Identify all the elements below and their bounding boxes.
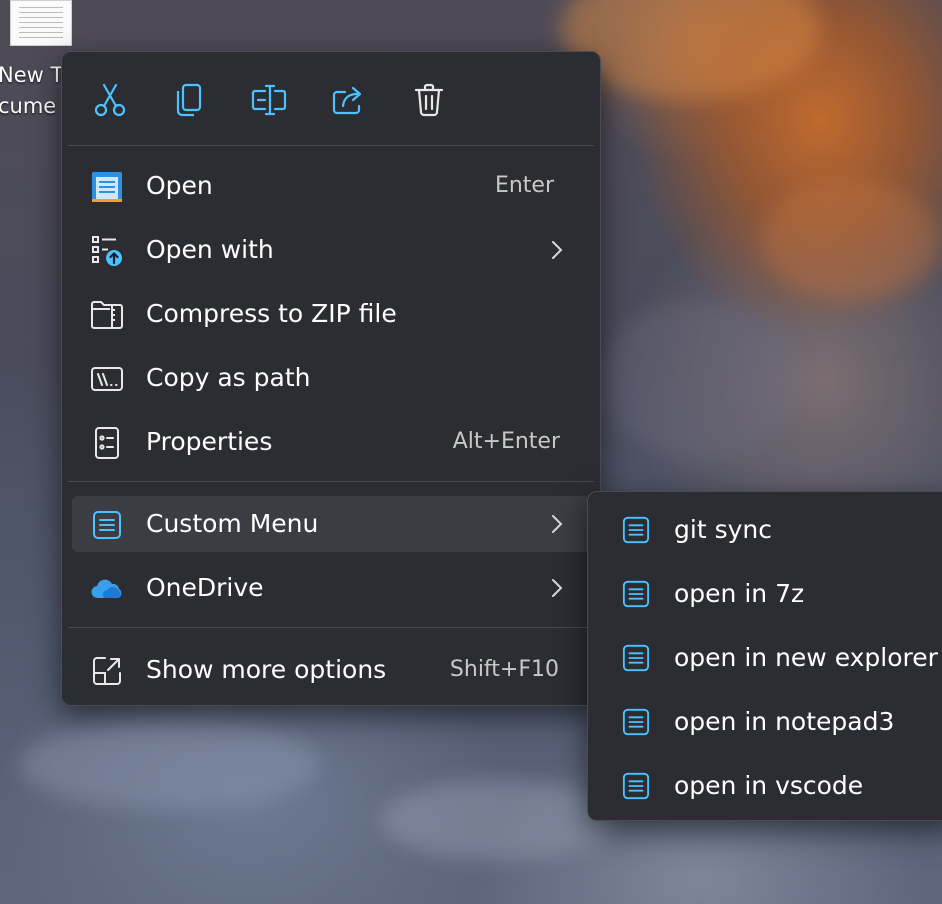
show-more-icon — [90, 654, 124, 688]
list-icon — [620, 706, 652, 738]
scissors-icon — [94, 83, 126, 117]
context-toolbar — [62, 52, 600, 145]
submenu-item-open-in-notepad3[interactable]: open in notepad3 — [598, 694, 942, 750]
wallpaper-streak — [20, 720, 320, 810]
desktop-file-label: New Te cume — [0, 63, 68, 118]
submenu-item-label: open in new explorer — [674, 643, 938, 672]
onedrive-icon — [90, 572, 124, 606]
wallpaper-streak — [380, 780, 620, 860]
menu-item-custom-menu[interactable]: Custom Menu — [72, 496, 590, 552]
share-button[interactable] — [325, 76, 373, 124]
menu-item-label: Copy as path — [146, 363, 311, 392]
submenu-item-label: open in notepad3 — [674, 707, 895, 736]
custom-submenu: git sync open in 7z open in new explorer… — [587, 491, 942, 821]
share-icon — [332, 86, 362, 115]
menu-item-label: OneDrive — [146, 573, 264, 602]
menu-item-properties[interactable]: Properties Alt+Enter — [72, 414, 590, 470]
submenu-item-label: git sync — [674, 515, 772, 544]
copy-button[interactable] — [165, 76, 213, 124]
menu-item-label: Custom Menu — [146, 509, 319, 538]
context-menu: Open Enter Open with Compress to ZIP fil… — [61, 51, 601, 706]
submenu-item-open-in-7z[interactable]: open in 7z — [598, 566, 942, 622]
menu-item-open-with[interactable]: Open with — [72, 222, 590, 278]
menu-item-shortcut: Alt+Enter — [452, 429, 560, 454]
open-with-icon — [90, 234, 124, 268]
submenu-item-open-in-new-explorer[interactable]: open in new explorer — [598, 630, 942, 686]
chevron-right-icon — [552, 241, 563, 259]
list-icon — [620, 514, 652, 546]
cut-button[interactable] — [86, 76, 134, 124]
submenu-item-git-sync[interactable]: git sync — [598, 502, 942, 558]
chevron-right-icon — [552, 579, 563, 597]
menu-divider — [68, 145, 594, 146]
menu-divider — [68, 481, 594, 482]
rename-icon — [251, 84, 287, 116]
menu-item-onedrive[interactable]: OneDrive — [72, 560, 590, 616]
chevron-right-icon — [552, 515, 563, 533]
menu-item-copy-as-path[interactable]: Copy as path — [72, 350, 590, 406]
copy-path-icon — [90, 362, 124, 396]
submenu-item-open-in-vscode[interactable]: open in vscode — [598, 758, 942, 814]
menu-item-label: Open with — [146, 235, 274, 264]
menu-divider — [68, 627, 594, 628]
wallpaper-streak — [760, 180, 940, 300]
delete-button[interactable] — [405, 76, 453, 124]
notepad-icon — [90, 170, 124, 204]
menu-item-label: Properties — [146, 427, 273, 456]
menu-item-shortcut: Enter — [494, 173, 554, 198]
menu-item-label: Show more options — [146, 655, 387, 684]
list-icon — [620, 642, 652, 674]
list-icon — [620, 770, 652, 802]
menu-item-compress-zip[interactable]: Compress to ZIP file — [72, 286, 590, 342]
menu-item-label: Open — [146, 171, 213, 200]
menu-item-label: Compress to ZIP file — [146, 299, 397, 328]
list-icon — [620, 578, 652, 610]
wallpaper-streak — [600, 300, 800, 460]
menu-item-shortcut: Shift+F10 — [449, 657, 559, 682]
list-icon — [90, 508, 124, 542]
zip-folder-icon — [90, 298, 124, 332]
properties-icon — [90, 426, 124, 460]
rename-button[interactable] — [245, 76, 293, 124]
trash-icon — [414, 83, 444, 117]
copy-icon — [176, 83, 202, 117]
menu-item-open[interactable]: Open Enter — [72, 158, 590, 214]
text-document-icon — [10, 0, 72, 46]
submenu-item-label: open in 7z — [674, 579, 805, 608]
submenu-item-label: open in vscode — [674, 771, 864, 800]
menu-item-show-more-options[interactable]: Show more options Shift+F10 — [72, 642, 590, 698]
